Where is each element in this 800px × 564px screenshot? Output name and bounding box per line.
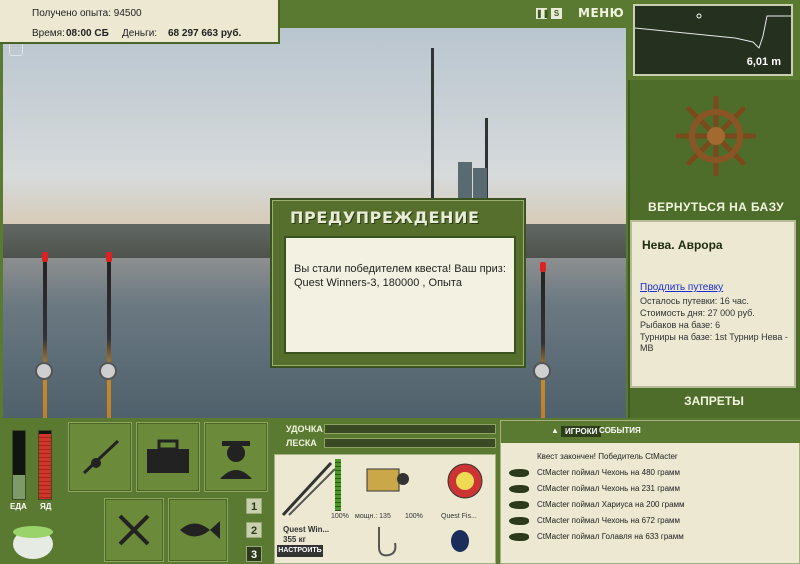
rod-weight: 355 кг bbox=[283, 535, 306, 544]
depth-value: 6,01 m bbox=[746, 56, 781, 68]
fishing-rod-3[interactable] bbox=[540, 262, 546, 418]
slot-2-button[interactable]: 2 bbox=[246, 522, 262, 538]
rod-image bbox=[281, 461, 335, 517]
tournaments: Турниры на базе: 1st Турнир Нева - MB bbox=[640, 332, 788, 353]
s-button[interactable]: S bbox=[551, 8, 562, 19]
list-item: CtMacter поймал Голавля на 633 грамм bbox=[505, 529, 795, 545]
fishing-rod-1[interactable] bbox=[42, 252, 48, 418]
fisherman-icon bbox=[220, 441, 252, 479]
tackle-panel: 100% Quest Win... 355 кг НАСТРОИТЬ мощн.… bbox=[274, 454, 496, 564]
line-strength-bar bbox=[324, 438, 496, 448]
extend-permit-link[interactable]: Продлить путевку bbox=[640, 282, 723, 293]
cauldron-icon[interactable] bbox=[8, 514, 58, 562]
permit-remaining: Осталось путевки: 16 час. bbox=[640, 296, 749, 306]
ship-wheel-icon[interactable] bbox=[676, 96, 756, 176]
time-value: 08:00 СБ bbox=[66, 28, 109, 39]
money-label: Деньги: bbox=[122, 28, 158, 39]
tab-events[interactable]: СОБЫТИЯ bbox=[599, 426, 641, 435]
depth-graph: 6,01 m bbox=[633, 4, 793, 76]
food-level-fill bbox=[13, 475, 25, 499]
location-panel: Нева. Аврора Продлить путевку Осталось п… bbox=[630, 220, 796, 388]
rod-percent: 100% bbox=[331, 513, 349, 520]
fishers-count: Рыбаков на базе: 6 bbox=[640, 320, 721, 330]
tackle-box-button[interactable] bbox=[136, 422, 200, 492]
reel-power: мощн.: 135 bbox=[355, 513, 391, 520]
pause-icon[interactable]: ❚❚ bbox=[536, 8, 549, 19]
line-label: ЛЕСКА bbox=[286, 438, 317, 448]
rod-label: УДОЧКА bbox=[286, 424, 323, 434]
events-list: Квест закончен! Победитель CtMacter CtMa… bbox=[505, 449, 795, 545]
hook-slot[interactable] bbox=[361, 523, 411, 561]
dialog-body: Вы стали победителем квеста! Ваш приз: Q… bbox=[284, 236, 516, 354]
slot-1-button[interactable]: 1 bbox=[246, 498, 262, 514]
poison-label: ЯД bbox=[40, 502, 52, 511]
fish-icon bbox=[509, 469, 529, 477]
setup-button[interactable]: НАСТРОИТЬ bbox=[277, 545, 323, 557]
money-value: 68 297 663 руб. bbox=[168, 28, 242, 39]
beetle-icon bbox=[451, 530, 469, 552]
list-item: CtMacter поймал Чехонь на 480 грамм bbox=[505, 465, 795, 481]
day-cost: Стоимость дня: 27 000 руб. bbox=[640, 308, 755, 318]
dialog-text: Вы стали победителем квеста! Ваш приз: Q… bbox=[294, 263, 506, 289]
return-to-base-button[interactable]: ВЕРНУТЬСЯ НА БАЗУ bbox=[630, 200, 800, 214]
poison-level-fill bbox=[39, 434, 51, 499]
line-slot[interactable] bbox=[435, 457, 495, 511]
game-window: Получено опыта: 94500 Время: 08:00 СБ Де… bbox=[0, 0, 800, 564]
menu-button[interactable]: МЕНЮ bbox=[578, 6, 624, 20]
dialog-title: ПРЕДУПРЕЖДЕНИЕ bbox=[290, 208, 480, 227]
list-item: CtMacter поймал Чехонь на 672 грамм bbox=[505, 513, 795, 529]
bait-slot[interactable] bbox=[435, 523, 485, 561]
rod-tool-button[interactable] bbox=[68, 422, 132, 492]
slot-3-button[interactable]: 3 bbox=[246, 546, 262, 562]
food-gauge bbox=[12, 430, 26, 500]
rod-strength-bar bbox=[324, 424, 496, 434]
fisherman-button[interactable] bbox=[204, 422, 268, 492]
fish-icon bbox=[509, 485, 529, 493]
fish-cage-button[interactable] bbox=[168, 498, 228, 562]
rod-tool-icon bbox=[82, 439, 120, 475]
reel-icon bbox=[35, 362, 53, 380]
tab-players[interactable]: ИГРОКИ bbox=[561, 426, 602, 437]
list-item: CtMacter поймал Хариуса на 200 грамм bbox=[505, 497, 795, 513]
fish-icon bbox=[509, 501, 529, 509]
food-label: ЕДА bbox=[10, 502, 27, 511]
rod-name: Quest Win... bbox=[283, 525, 330, 534]
experience-label: Получено опыта: bbox=[32, 8, 111, 19]
eat-button[interactable] bbox=[104, 498, 164, 562]
time-label: Время: bbox=[32, 28, 65, 39]
reel-image bbox=[366, 468, 409, 492]
rod-condition-bar bbox=[335, 459, 341, 511]
reel-slot[interactable] bbox=[349, 457, 419, 511]
stats-panel: Получено опыта: 94500 Время: 08:00 СБ Де… bbox=[0, 0, 280, 44]
reel-icon bbox=[99, 362, 117, 380]
events-panel: ▲ ИГРОКИ СОБЫТИЯ Квест закончен! Победит… bbox=[500, 420, 800, 564]
list-item: CtMacter поймал Чехонь на 231 грамм bbox=[505, 481, 795, 497]
location-title: Нева. Аврора bbox=[642, 238, 723, 252]
flag-icon[interactable]: ▲ bbox=[551, 426, 559, 435]
bans-button[interactable]: ЗАПРЕТЫ bbox=[628, 394, 800, 408]
line-spool-image bbox=[447, 463, 483, 499]
line-name: Quest Fis... bbox=[441, 513, 477, 520]
hook-icon bbox=[378, 527, 397, 557]
poison-gauge bbox=[38, 430, 52, 500]
fishing-rod-2[interactable] bbox=[106, 252, 112, 418]
fish-icon bbox=[509, 533, 529, 541]
events-tabs: ▲ ИГРОКИ СОБЫТИЯ bbox=[501, 421, 800, 443]
top-controls: ❚❚ S bbox=[536, 8, 562, 19]
warning-dialog[interactable]: ПРЕДУПРЕЖДЕНИЕ Вы стали победителем квес… bbox=[270, 198, 526, 368]
fish-icon bbox=[509, 517, 529, 525]
experience-value: 94500 bbox=[113, 8, 142, 19]
tackle-box-icon bbox=[147, 439, 189, 473]
reel-icon bbox=[533, 362, 551, 380]
bottom-panel: ЕДА ЯД 1 2 3 УДОЧКА ЛЕСКА 100% Quest Win… bbox=[0, 418, 800, 564]
reel-percent: 100% bbox=[405, 513, 423, 520]
fork-knife-icon bbox=[118, 514, 150, 546]
list-item: Квест закончен! Победитель CtMacter bbox=[537, 452, 678, 461]
site-logo-icon bbox=[9, 42, 23, 56]
fish-icon bbox=[180, 521, 220, 539]
